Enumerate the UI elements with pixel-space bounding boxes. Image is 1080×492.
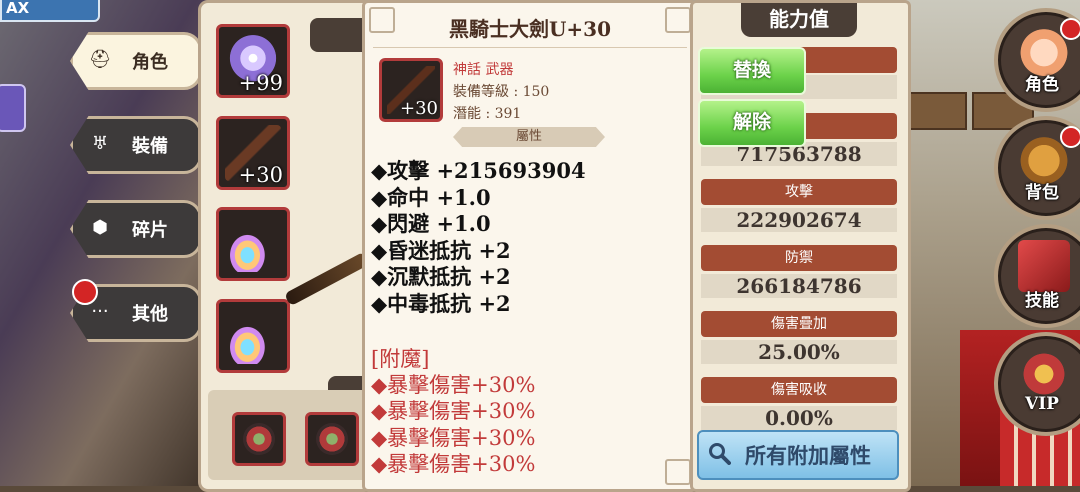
- item-rarity: 神話 武器: [453, 62, 514, 78]
- armor-icon: ♅: [91, 133, 109, 154]
- side-button-label: VIP: [1025, 394, 1059, 414]
- ability-label: 傷害疊加: [701, 311, 897, 337]
- top-left-tab[interactable]: AX: [0, 0, 100, 22]
- stat-line: ◆中毒抵抗 +2: [371, 291, 511, 316]
- gem-slot[interactable]: [305, 412, 359, 466]
- stat-line: ◆沉默抵抗 +2: [371, 264, 511, 289]
- attribute-header: 屬性: [453, 127, 605, 147]
- menu-item-label: 裝備: [132, 136, 168, 157]
- ability-label: 攻擊: [701, 179, 897, 205]
- side-button-label: 角色: [1025, 75, 1059, 95]
- menu-item-shards[interactable]: ⬢ 碎片: [70, 200, 202, 258]
- ability-value: 0.00%: [701, 406, 897, 430]
- slot-plus: +99: [238, 71, 283, 95]
- gem-slot[interactable]: [232, 412, 286, 466]
- menu-item-equipment[interactable]: ♅ 裝備: [70, 116, 202, 174]
- divider: [373, 47, 687, 48]
- side-button-label: 背包: [1025, 183, 1059, 203]
- shard-icon: ⬢: [92, 217, 108, 238]
- inventory-slot[interactable]: [216, 299, 290, 373]
- item-icon-box: +30: [379, 58, 443, 122]
- enchant-line: ◆暴擊傷害+30%: [371, 399, 536, 423]
- menu-item-label: 其他: [132, 304, 168, 325]
- vip-icon: [1018, 348, 1070, 400]
- skill-book-icon: [1018, 240, 1070, 292]
- necklace-icon: [225, 216, 281, 272]
- ability-value: 25.00%: [701, 340, 897, 364]
- item-potential: 潛能 : 391: [453, 106, 522, 122]
- necklace-icon: [225, 308, 281, 364]
- replace-button[interactable]: 替換: [698, 47, 806, 95]
- slot-plus: +30: [238, 163, 283, 187]
- all-bonus-label: 所有附加屬性: [745, 443, 871, 468]
- item-detail-panel: 黑騎士大劍U+30 +30 神話 武器 裝備等級 : 150 潛能 : 391 …: [362, 0, 698, 492]
- notification-dot: [1060, 18, 1080, 40]
- inventory-slot[interactable]: +30: [216, 116, 290, 190]
- notification-dot: [72, 279, 98, 305]
- side-button-label: 技能: [1025, 291, 1059, 311]
- ability-value: 222902674: [701, 208, 897, 232]
- all-bonus-attributes-button[interactable]: 所有附加屬性: [697, 430, 899, 480]
- gem-icon: [316, 423, 348, 455]
- item-plus: +30: [400, 98, 438, 119]
- search-icon: [709, 443, 731, 465]
- ability-label: 防禦: [701, 245, 897, 271]
- ability-value: 266184786: [701, 274, 897, 298]
- menu-item-label: 角色: [132, 52, 168, 73]
- gem-icon: [243, 423, 275, 455]
- background-bench: [905, 92, 967, 130]
- ability-label: 傷害吸收: [701, 377, 897, 403]
- remove-button[interactable]: 解除: [698, 99, 806, 147]
- corner-ornament: [665, 459, 691, 485]
- more-icon: ···: [91, 301, 109, 322]
- side-purple-tab[interactable]: [0, 84, 26, 132]
- menu-item-label: 碎片: [132, 220, 168, 241]
- inventory-tab[interactable]: [310, 18, 370, 52]
- menu-item-character[interactable]: ⛑ 角色: [70, 32, 202, 90]
- item-title: 黑騎士大劍U+30: [448, 17, 612, 41]
- item-level: 裝備等級 : 150: [453, 84, 550, 100]
- ability-header: 能力值: [741, 3, 857, 37]
- inventory-slot[interactable]: +99: [216, 24, 290, 98]
- stat-line: ◆閃避 +1.0: [371, 211, 491, 236]
- enchant-line: ◆暴擊傷害+30%: [371, 452, 536, 476]
- notification-dot: [1060, 126, 1080, 148]
- helmet-icon: ⛑: [88, 49, 112, 70]
- inventory-slot[interactable]: [216, 207, 290, 281]
- stat-line: ◆攻擊 +215693904: [371, 158, 586, 183]
